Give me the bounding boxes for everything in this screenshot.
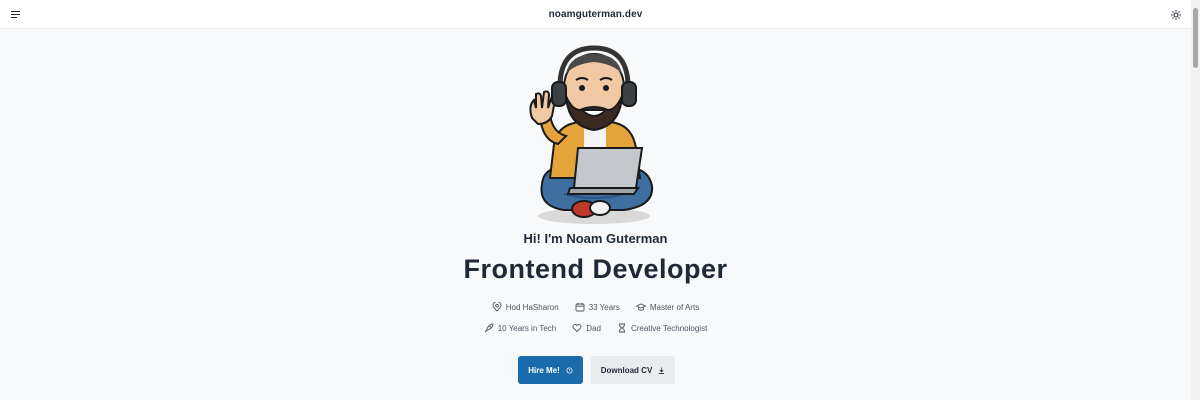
- greeting: Hi! I'm Noam Guterman: [523, 231, 668, 246]
- fact-experience: 10 Years in Tech: [484, 323, 557, 333]
- site-title[interactable]: noamguterman.dev: [549, 9, 643, 20]
- menu-icon: [10, 11, 20, 18]
- calendar-icon: [575, 303, 585, 312]
- hire-me-button[interactable]: Hire Me!: [518, 356, 583, 384]
- fact-role-label: Creative Technologist: [630, 323, 708, 333]
- facts-row-1: Hod HaSharon 33 Years Master of Arts: [0, 302, 1191, 312]
- fact-location: Hod HaSharon: [492, 302, 559, 312]
- fact-location-label: Hod HaSharon: [505, 302, 559, 312]
- fact-experience-label: 10 Years in Tech: [497, 323, 557, 333]
- fact-dad-label: Dad: [586, 323, 601, 333]
- download-cv-label: Download CV: [600, 365, 653, 375]
- graduation-cap-icon: [635, 303, 646, 311]
- hire-me-label: Hire Me!: [528, 365, 560, 375]
- fact-education: Master of Arts: [635, 302, 700, 312]
- page-scrollbar[interactable]: [1191, 0, 1200, 400]
- top-bar: noamguterman.dev: [0, 0, 1191, 29]
- location-pin-icon: [492, 302, 502, 312]
- download-cv-button[interactable]: Download CV: [591, 356, 675, 384]
- scrollbar-thumb[interactable]: [1193, 8, 1198, 68]
- fact-role: Creative Technologist: [617, 323, 707, 333]
- theme-toggle-button[interactable]: [1161, 0, 1191, 29]
- fact-age-label: 33 Years: [588, 302, 620, 312]
- avatar: [529, 45, 654, 224]
- fact-dad: Dad: [572, 323, 601, 333]
- heart-icon: [572, 324, 582, 333]
- rocket-icon: [484, 323, 494, 333]
- fact-education-label: Master of Arts: [649, 302, 700, 312]
- menu-button[interactable]: [0, 0, 30, 29]
- hourglass-icon: [618, 323, 625, 333]
- cta-buttons: Hire Me! Download CV: [518, 356, 675, 384]
- sun-icon: [1171, 9, 1181, 20]
- headline: Frontend Developer: [463, 254, 728, 284]
- chat-icon: [566, 366, 573, 374]
- download-icon: [659, 366, 665, 374]
- fact-age: 33 Years: [575, 302, 620, 312]
- facts-row-2: 10 Years in Tech Dad Creative Technologi…: [0, 323, 1191, 333]
